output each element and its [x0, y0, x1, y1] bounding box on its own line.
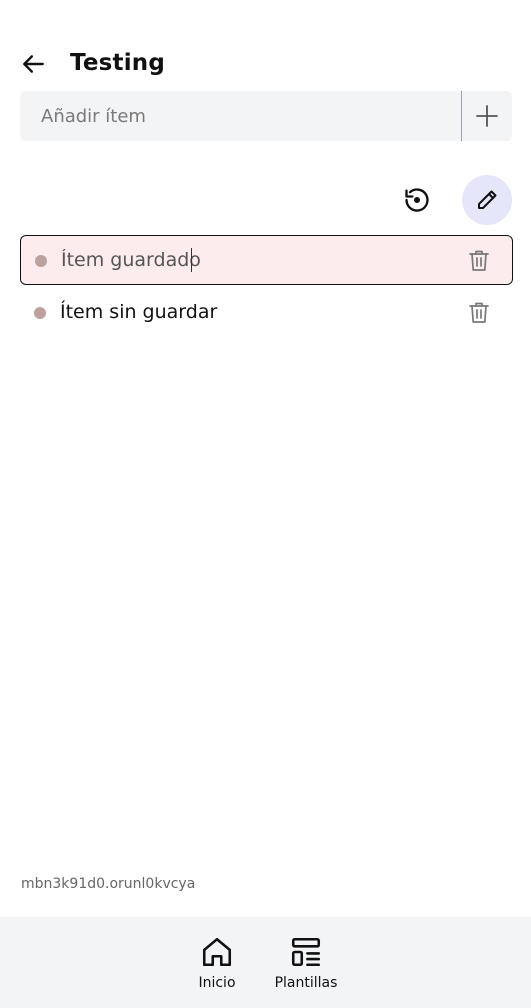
pencil-icon [478, 190, 497, 209]
document-id: mbn3k91d0.orunl0kvcya [21, 876, 196, 892]
bottom-navigation: Inicio Plantillas [0, 917, 531, 1008]
edit-mode-button[interactable] [462, 175, 512, 225]
delete-item-button[interactable] [466, 300, 492, 326]
arrow-left-icon [23, 55, 44, 73]
page-header: Testing [0, 40, 531, 88]
list-item[interactable] [20, 235, 513, 285]
add-item-bar [20, 91, 512, 141]
plus-icon [476, 105, 498, 127]
nav-item-templates[interactable]: Plantillas [272, 935, 340, 991]
trash-icon [469, 250, 489, 271]
nav-item-home[interactable]: Inicio [190, 935, 244, 991]
bullet-dot [35, 255, 47, 267]
add-item-button[interactable] [462, 91, 512, 141]
history-icon [405, 188, 429, 212]
list-item[interactable]: Ítem sin guardar [20, 288, 513, 338]
item-label: Ítem sin guardar [60, 301, 218, 323]
delete-item-button[interactable] [466, 248, 492, 274]
nav-label-templates: Plantillas [274, 975, 338, 991]
page-title: Testing [70, 50, 166, 76]
back-button[interactable] [18, 48, 50, 80]
restore-button[interactable] [392, 175, 442, 225]
text-caret [191, 248, 192, 272]
templates-icon [291, 937, 321, 967]
nav-label-home: Inicio [198, 975, 236, 991]
item-edit-input[interactable] [61, 236, 361, 284]
home-icon [202, 937, 232, 967]
trash-icon [469, 302, 489, 323]
bullet-dot [34, 307, 46, 319]
add-item-input[interactable] [20, 91, 461, 141]
